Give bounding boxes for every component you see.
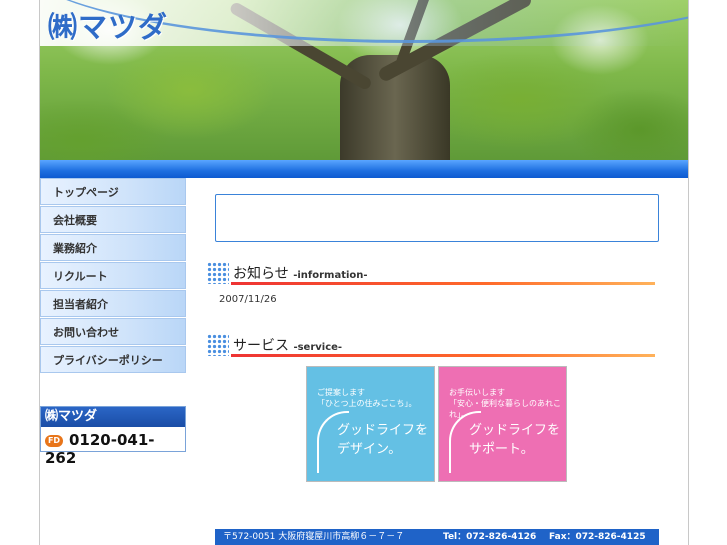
section-underline: [231, 354, 655, 357]
information-subtitle: -information-: [293, 270, 368, 281]
sidebar-item-staff[interactable]: 担当者紹介: [40, 290, 186, 317]
free-dial-icon: FD: [45, 434, 63, 447]
footer-bar: 〒572-0051 大阪府寝屋川市高柳６－７－７ Tel：072-826-412…: [215, 529, 659, 545]
information-title: お知らせ -information-: [233, 263, 368, 283]
sidebar-item-privacy[interactable]: プライバシーポリシー: [40, 346, 186, 373]
section-underline: [231, 282, 655, 285]
dots-icon: [207, 262, 229, 284]
banner-headline-line2: サポート。: [469, 442, 534, 457]
banner-headline-line2: デザイン。: [337, 442, 402, 457]
dots-icon: [207, 334, 229, 356]
footer-address: 〒572-0051 大阪府寝屋川市高柳６－７－７: [223, 532, 405, 542]
contact-phone-row: FD 0120-041-262: [45, 431, 185, 467]
banner-tagline: ご提案します 「ひとつ上の住みごこち」。: [317, 387, 416, 409]
sidebar-item-recruit[interactable]: リクルート: [40, 262, 186, 289]
header-blue-bar: [40, 160, 688, 178]
footer-tel: Tel：072-826-4126: [443, 532, 537, 542]
banner-headline: グッドライフを サポート。: [469, 421, 560, 459]
sidebar-nav: トップページ 会社概要 業務紹介 リクルート 担当者紹介 お問い合わせ プライバ…: [40, 178, 186, 374]
banner-headline: グッドライフを デザイン。: [337, 421, 428, 459]
service-title-text: サービス: [233, 338, 289, 354]
sidebar-item-contact[interactable]: お問い合わせ: [40, 318, 186, 345]
page-container: ㈱マツダ トップページ 会社概要 業務紹介 リクルート 担当者紹介 お問い合わせ…: [39, 0, 689, 545]
banner-headline-line1: グッドライフを: [469, 423, 561, 438]
contact-company: ㈱マツダ: [41, 407, 185, 427]
service-subtitle: -service-: [293, 342, 343, 353]
banner-tagline-line2: 「ひとつ上の住みごこち」。: [317, 399, 417, 408]
banner-headline-line1: グッドライフを: [337, 423, 429, 438]
header-banner: ㈱マツダ: [40, 0, 688, 160]
information-title-text: お知らせ: [233, 266, 289, 282]
sidebar-item-business[interactable]: 業務紹介: [40, 234, 186, 261]
news-date: 2007/11/26: [219, 294, 277, 305]
footer-fax: Fax：072-826-4125: [549, 532, 646, 542]
service-title: サービス -service-: [233, 335, 342, 355]
sidebar-item-top[interactable]: トップページ: [40, 178, 186, 205]
notice-box: [215, 194, 659, 242]
contact-box: ㈱マツダ FD 0120-041-262: [40, 406, 186, 467]
support-banner[interactable]: お手伝いします 「安心・便利な暮らしのあれこれ」。 グッドライフを サポート。: [438, 366, 567, 482]
banner-tagline-line1: ご提案します: [317, 388, 365, 397]
banner-tagline-line1: お手伝いします: [449, 388, 505, 397]
site-logo[interactable]: ㈱マツダ: [48, 4, 168, 46]
design-banner[interactable]: ご提案します 「ひとつ上の住みごこち」。 グッドライフを デザイン。: [306, 366, 435, 482]
sidebar-item-company[interactable]: 会社概要: [40, 206, 186, 233]
